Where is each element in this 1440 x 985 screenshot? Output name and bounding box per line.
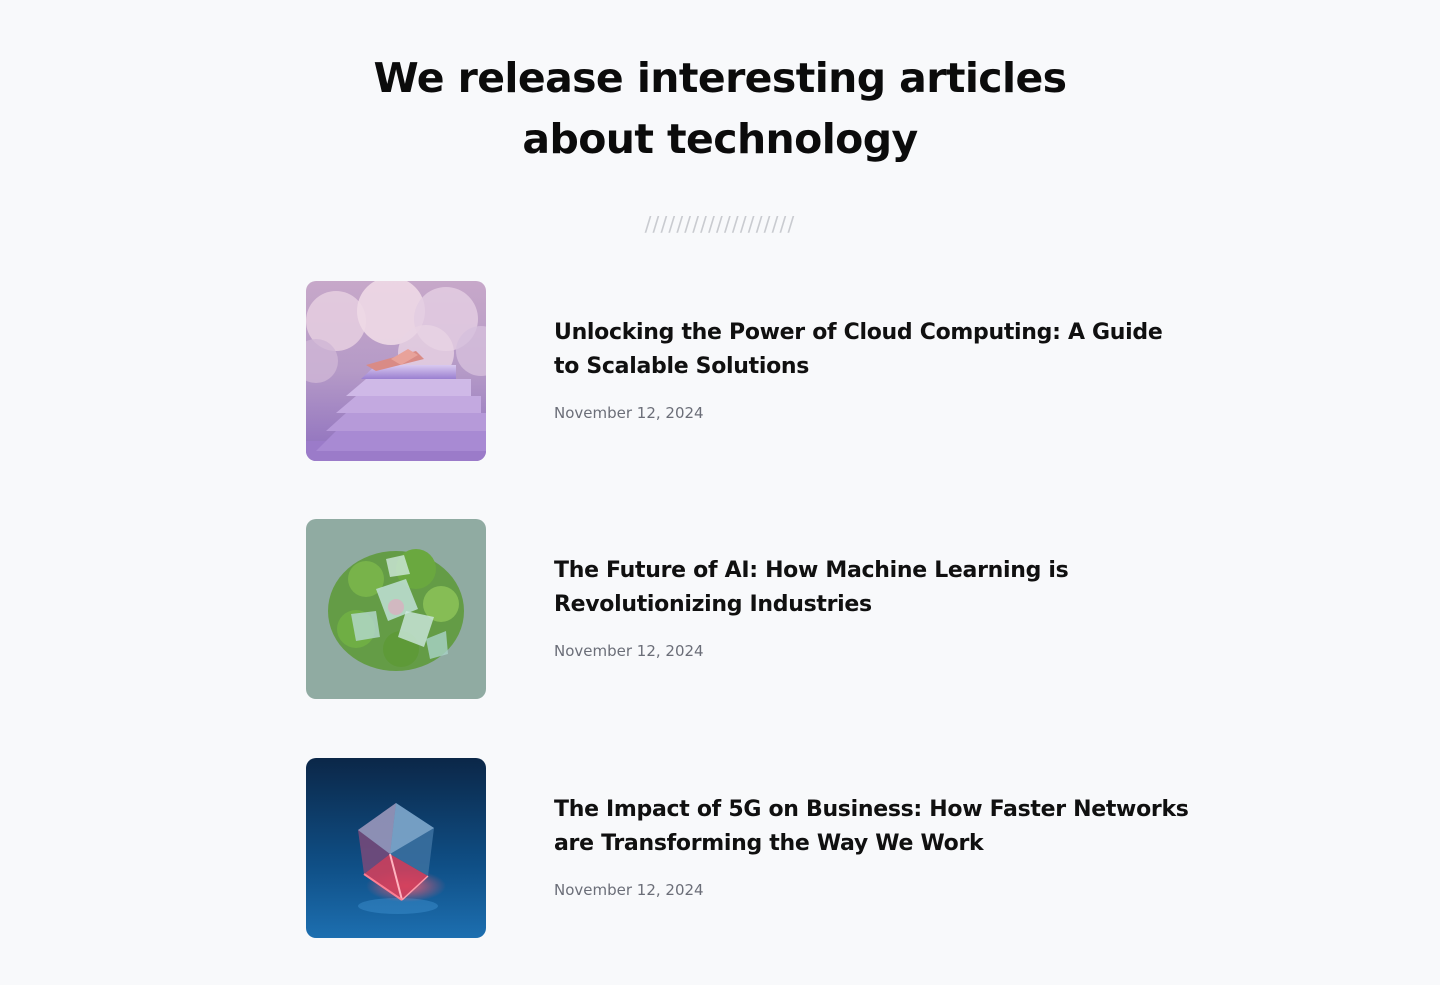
article-date: November 12, 2024 — [554, 404, 704, 422]
article-title[interactable]: The Future of AI: How Machine Learning i… — [554, 554, 1154, 622]
article-title-line-2[interactable]: are Transforming the Way We Work — [554, 827, 1154, 861]
section-title-line-1: We release interesting articles — [373, 54, 1068, 102]
article-date: November 12, 2024 — [554, 881, 704, 899]
article-date: November 12, 2024 — [554, 642, 704, 660]
article-title-line-1[interactable]: The Future of AI: How Machine Learning i… — [554, 554, 1154, 588]
article-title[interactable]: The Impact of 5G on Business: How Faster… — [554, 793, 1189, 861]
article-title-line-2[interactable]: Revolutionizing Industries — [554, 588, 1154, 622]
decorative-divider: /////////////////// — [644, 212, 796, 236]
article-title[interactable]: Unlocking the Power of Cloud Computing: … — [554, 316, 1163, 384]
article-card-ai-machine-learning[interactable]: The Future of AI: How Machine Learning i… — [306, 519, 1166, 699]
article-card-5g-business[interactable]: The Impact of 5G on Business: How Faster… — [306, 758, 1189, 938]
article-title-line-2[interactable]: to Scalable Solutions — [554, 350, 1154, 384]
article-title-line-1[interactable]: Unlocking the Power of Cloud Computing: … — [554, 316, 1163, 350]
glass-cube-image[interactable] — [306, 758, 486, 938]
clouds-stairs-image[interactable] — [306, 281, 486, 461]
article-card-cloud-computing[interactable]: Unlocking the Power of Cloud Computing: … — [306, 281, 1166, 461]
article-title-line-1[interactable]: The Impact of 5G on Business: How Faster… — [554, 793, 1189, 827]
section-title-line-2: about technology — [522, 115, 918, 163]
green-crystal-plant-image[interactable] — [306, 519, 486, 699]
section-title: We release interesting articles about te… — [0, 48, 1440, 170]
